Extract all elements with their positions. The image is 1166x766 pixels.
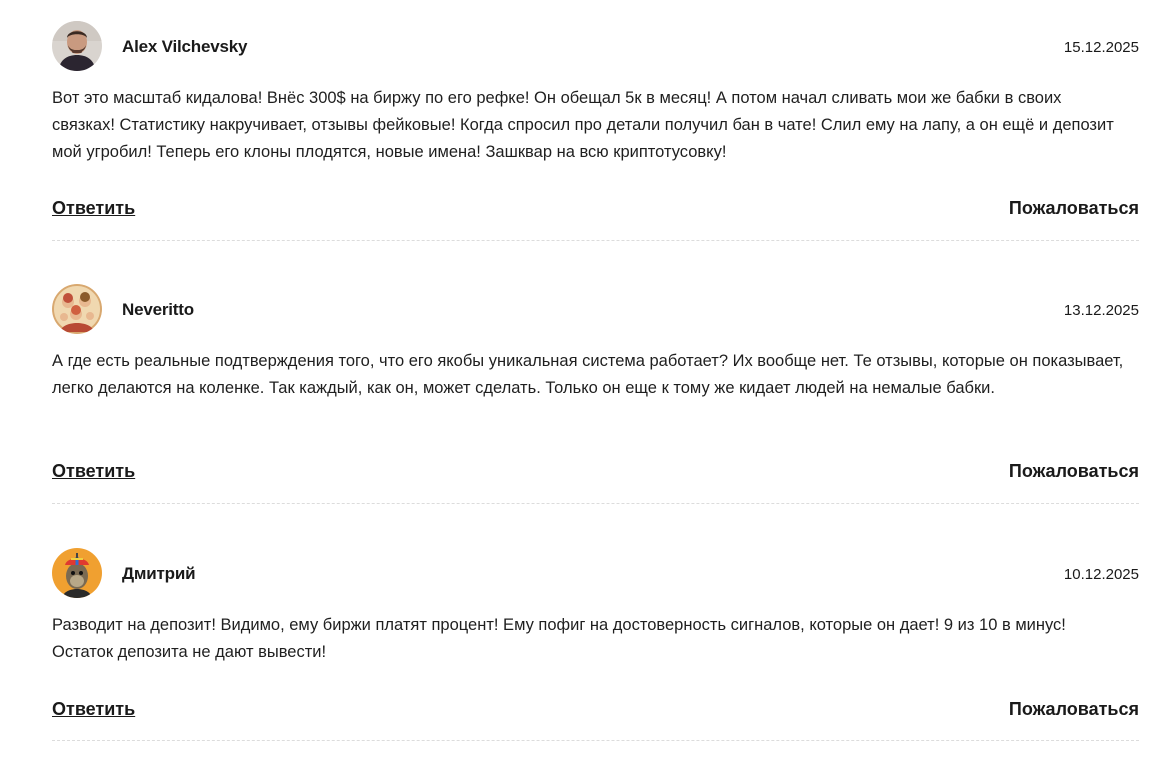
user-photo-avatar <box>52 21 102 71</box>
illustrated-group-avatar <box>52 284 102 334</box>
comment-text-content: Вот это масштаб кидалова! Внёс 300$ на б… <box>52 89 1114 161</box>
report-link[interactable]: Пожаловаться <box>1009 461 1139 482</box>
comment-date: 13.12.2025 <box>1063 302 1139 319</box>
comment-divider <box>52 503 1139 504</box>
reply-link[interactable]: Ответить <box>52 198 135 219</box>
comment-item: Дмитрий 10.12.2025 Разводит на депозит! … <box>52 548 1139 741</box>
comment-header: Дмитрий 10.12.2025 <box>52 548 1139 599</box>
comment-date: 10.12.2025 <box>1063 566 1139 583</box>
reply-link[interactable]: Ответить <box>52 461 135 482</box>
comment-header: Neveritto 13.12.2025 <box>52 284 1139 335</box>
comment-date: 15.12.2025 <box>1063 39 1139 56</box>
comment-divider <box>52 740 1139 741</box>
comment-author: Дмитрий <box>122 564 196 583</box>
comment-item: Alex Vilchevsky 15.12.2025 Вот это масшт… <box>52 21 1139 241</box>
reply-link[interactable]: Ответить <box>52 699 135 720</box>
report-link[interactable]: Пожаловаться <box>1009 198 1139 219</box>
ape-cartoon-avatar <box>52 548 102 598</box>
report-link[interactable]: Пожаловаться <box>1009 699 1139 720</box>
comment-author: Alex Vilchevsky <box>122 37 248 56</box>
comment-text: Вот это масштаб кидалова! Внёс 300$ на б… <box>52 85 1127 166</box>
comment-item: Neveritto 13.12.2025 А где есть реальные… <box>52 284 1139 504</box>
comment-divider <box>52 240 1139 241</box>
comment-author: Neveritto <box>122 300 194 319</box>
comment-header: Alex Vilchevsky 15.12.2025 <box>52 21 1139 72</box>
comment-text: Разводит на депозит! Видимо, ему биржи п… <box>52 616 1066 661</box>
comment-text: А где есть реальные подтверждения того, … <box>52 352 1124 397</box>
